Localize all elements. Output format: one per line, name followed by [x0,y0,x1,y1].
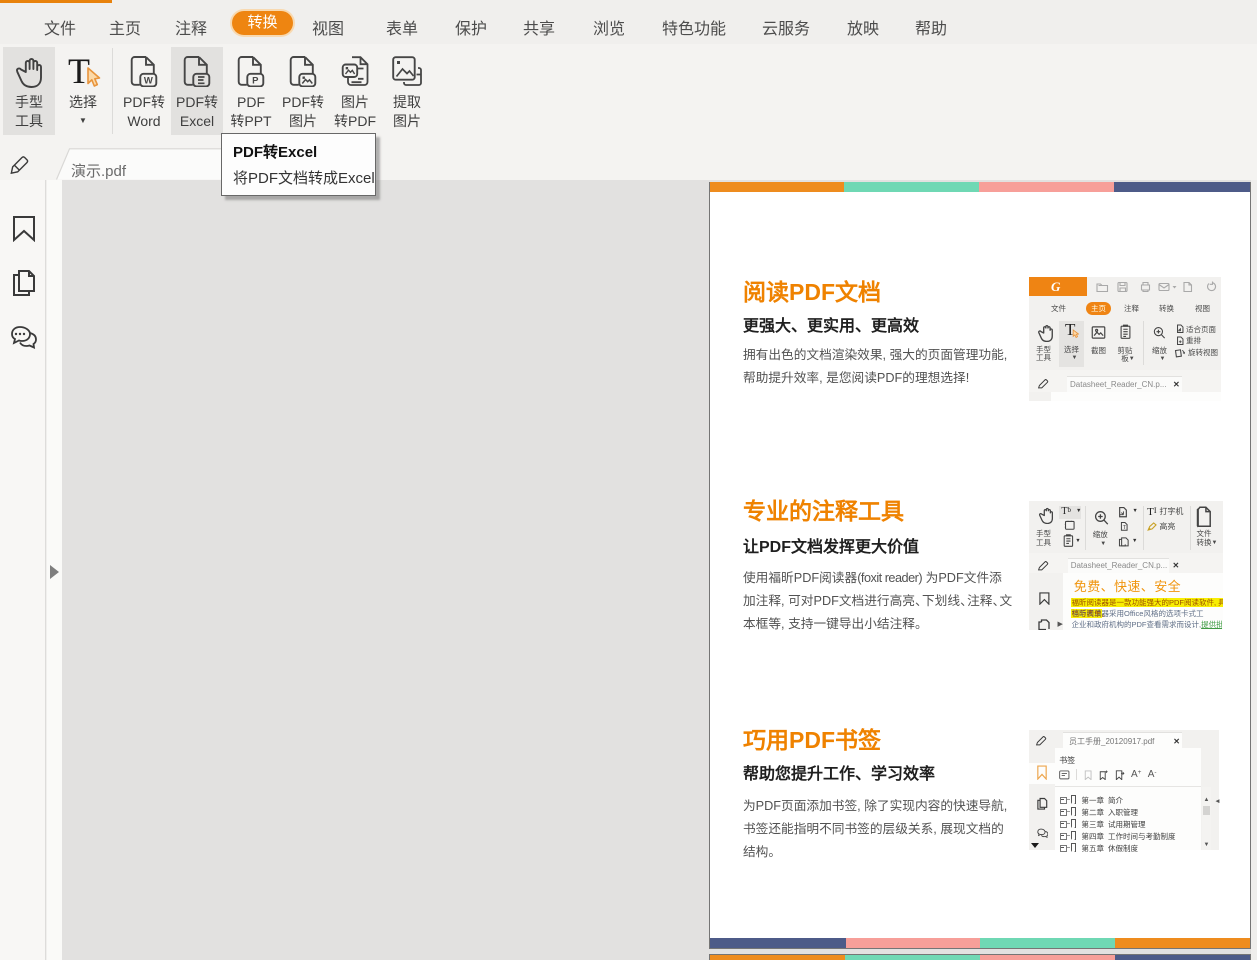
svg-text:T: T [68,56,90,90]
svg-text:P: P [252,76,259,87]
svg-text:W: W [144,75,153,86]
svg-text:T: T [1123,525,1127,531]
